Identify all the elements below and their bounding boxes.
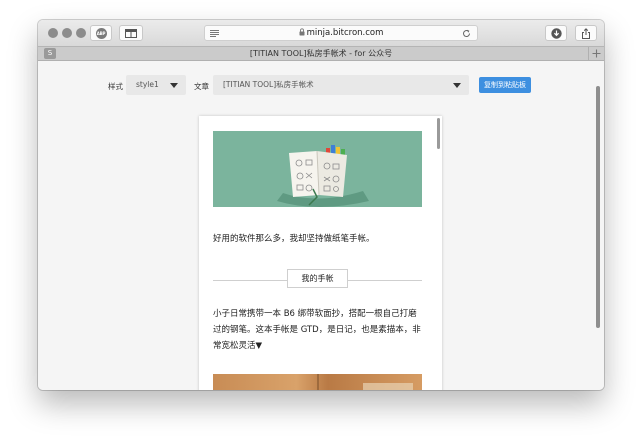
article-label: 文章 — [194, 82, 209, 91]
body-paragraph: 小子日常携带一本 B6 绑带软面抄，搭配一根自己打磨过的钢笔。这本手帐是 GTD… — [213, 309, 421, 351]
chevron-down-icon — [453, 83, 461, 88]
adblock-extension-button[interactable]: ABP — [90, 25, 112, 41]
close-window-button[interactable] — [48, 28, 58, 38]
style-select-value: style1 — [136, 80, 159, 89]
article-preview: 好用的软件那么多，我却坚持做纸笔手帐。 我的手帐 小子日常携带一本 B6 绑带软… — [199, 116, 442, 390]
lock-icon — [299, 28, 305, 36]
share-button[interactable] — [575, 25, 597, 41]
notebook-wood-image — [213, 374, 422, 390]
download-icon — [550, 27, 562, 39]
copy-to-clipboard-button[interactable]: 复制到粘贴板 — [479, 77, 531, 93]
notebook-hero-image — [213, 131, 422, 207]
zoom-window-button[interactable] — [76, 28, 86, 38]
preview-scrollbar[interactable] — [437, 118, 440, 149]
reload-icon[interactable] — [462, 29, 471, 38]
browser-window: ABP minja.bitcron.com S [TITIAN TOOL]私房手… — [38, 20, 604, 390]
adblock-icon: ABP — [95, 27, 107, 39]
address-bar[interactable]: minja.bitcron.com — [204, 25, 478, 41]
tab-favicon-label: S — [47, 49, 53, 57]
notebook-illustration — [277, 145, 369, 207]
section-heading: 我的手帐 — [287, 269, 348, 288]
new-tab-button[interactable] — [588, 47, 604, 60]
style-label: 样式 — [108, 82, 123, 91]
plus-icon — [592, 49, 601, 58]
tab-bar: S [TITIAN TOOL]私房手帐术 - for 公众号 — [38, 46, 604, 61]
downloads-button[interactable] — [545, 25, 567, 41]
tab-favicon[interactable]: S — [44, 48, 56, 59]
browser-toolbar: ABP minja.bitcron.com — [38, 20, 604, 46]
tab-title[interactable]: [TITIAN TOOL]私房手帐术 - for 公众号 — [58, 47, 584, 60]
tab-overview-button[interactable] — [119, 25, 143, 41]
address-url-group: minja.bitcron.com — [205, 27, 477, 40]
page-content: 样式 style1 文章 [TITIAN TOOL]私房手帐术 复制到粘贴板 好… — [38, 61, 604, 390]
article-select-value: [TITIAN TOOL]私房手帐术 — [223, 80, 314, 89]
share-icon — [582, 27, 590, 39]
tab-overview-icon — [125, 28, 137, 38]
style-select[interactable]: style1 — [126, 75, 186, 95]
chevron-down-icon — [170, 83, 178, 88]
minimize-window-button[interactable] — [62, 28, 72, 38]
article-select[interactable]: [TITIAN TOOL]私房手帐术 — [213, 75, 469, 95]
address-url: minja.bitcron.com — [306, 28, 384, 38]
page-scrollbar[interactable] — [596, 86, 600, 328]
intro-paragraph: 好用的软件那么多，我却坚持做纸笔手帐。 — [213, 234, 375, 244]
